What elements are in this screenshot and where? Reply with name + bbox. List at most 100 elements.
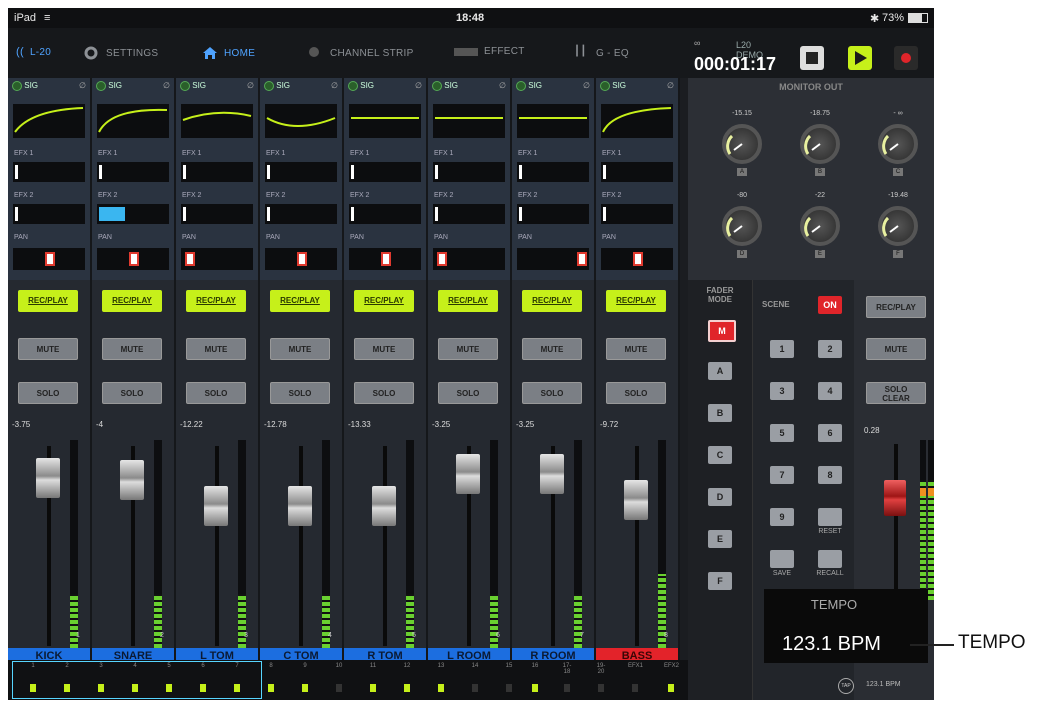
- mute-button[interactable]: MUTE: [270, 338, 330, 360]
- scene-button-4[interactable]: 4: [818, 382, 842, 400]
- scene-button-6[interactable]: 6: [818, 424, 842, 442]
- efx2-send[interactable]: [517, 204, 589, 224]
- phase-icon[interactable]: ∅: [415, 81, 422, 90]
- pan-control[interactable]: [13, 248, 85, 270]
- pan-knob[interactable]: [45, 252, 55, 266]
- channel-fader[interactable]: [456, 454, 480, 494]
- pan-knob[interactable]: [297, 252, 307, 266]
- fader-mode-button-c[interactable]: C: [708, 446, 732, 464]
- master-mute-button[interactable]: MUTE: [866, 338, 926, 360]
- rec-play-button[interactable]: REC/PLAY: [522, 290, 582, 312]
- master-fader[interactable]: [884, 480, 906, 516]
- efx2-send[interactable]: [433, 204, 505, 224]
- solo-button[interactable]: SOLO: [522, 382, 582, 404]
- channel-fader[interactable]: [288, 486, 312, 526]
- scene-button-5[interactable]: 5: [770, 424, 794, 442]
- efx1-send[interactable]: [13, 162, 85, 182]
- eq-curve-display[interactable]: [601, 104, 673, 138]
- efx1-send[interactable]: [517, 162, 589, 182]
- rec-play-button[interactable]: REC/PLAY: [606, 290, 666, 312]
- efx1-send[interactable]: [97, 162, 169, 182]
- channel-fader[interactable]: [204, 486, 228, 526]
- pan-control[interactable]: [433, 248, 505, 270]
- rec-play-button[interactable]: REC/PLAY: [270, 290, 330, 312]
- eq-curve-display[interactable]: [181, 104, 253, 138]
- solo-button[interactable]: SOLO: [606, 382, 666, 404]
- scene-button-7[interactable]: 7: [770, 466, 794, 484]
- solo-button[interactable]: SOLO: [438, 382, 498, 404]
- channel-strip-tab[interactable]: CHANNEL STRIP: [308, 46, 414, 60]
- monitor-knob[interactable]: [878, 206, 918, 246]
- scene-button-2[interactable]: 2: [818, 340, 842, 358]
- pan-control[interactable]: [349, 248, 421, 270]
- eq-curve-display[interactable]: [349, 104, 421, 138]
- channel-fader[interactable]: [36, 458, 60, 498]
- channel-fader[interactable]: [624, 480, 648, 520]
- monitor-knob[interactable]: [722, 206, 762, 246]
- solo-button[interactable]: SOLO: [354, 382, 414, 404]
- mute-button[interactable]: MUTE: [186, 338, 246, 360]
- eq-curve-display[interactable]: [517, 104, 589, 138]
- pan-control[interactable]: [601, 248, 673, 270]
- mute-button[interactable]: MUTE: [606, 338, 666, 360]
- fader-mode-button-f[interactable]: F: [708, 572, 732, 590]
- channel-fader[interactable]: [120, 460, 144, 500]
- record-button[interactable]: [894, 46, 918, 70]
- eq-curve-display[interactable]: [13, 104, 85, 138]
- pan-control[interactable]: [97, 248, 169, 270]
- monitor-knob[interactable]: [878, 124, 918, 164]
- rec-play-button[interactable]: REC/PLAY: [102, 290, 162, 312]
- master-rec-play-button[interactable]: REC/PLAY: [866, 296, 926, 318]
- mute-button[interactable]: MUTE: [18, 338, 78, 360]
- channel-fader[interactable]: [540, 454, 564, 494]
- stop-button[interactable]: [800, 46, 824, 70]
- efx1-send[interactable]: [349, 162, 421, 182]
- efx2-send[interactable]: [349, 204, 421, 224]
- mute-button[interactable]: MUTE: [354, 338, 414, 360]
- pan-knob[interactable]: [129, 252, 139, 266]
- scene-button-8[interactable]: 8: [818, 466, 842, 484]
- efx1-send[interactable]: [601, 162, 673, 182]
- rec-play-button[interactable]: REC/PLAY: [438, 290, 498, 312]
- mute-button[interactable]: MUTE: [522, 338, 582, 360]
- settings-tab[interactable]: SETTINGS: [84, 46, 158, 60]
- efx2-send[interactable]: [265, 204, 337, 224]
- efx2-send[interactable]: [97, 204, 169, 224]
- geq-tab[interactable]: ┃┃ G - EQ: [574, 46, 629, 60]
- monitor-knob[interactable]: [722, 124, 762, 164]
- phase-icon[interactable]: ∅: [583, 81, 590, 90]
- pan-control[interactable]: [517, 248, 589, 270]
- efx2-send[interactable]: [601, 204, 673, 224]
- phase-icon[interactable]: ∅: [331, 81, 338, 90]
- scene-button-9[interactable]: 9: [770, 508, 794, 526]
- device-tab[interactable]: (( L-20: [16, 46, 51, 58]
- phase-icon[interactable]: ∅: [499, 81, 506, 90]
- mute-button[interactable]: MUTE: [102, 338, 162, 360]
- eq-curve-display[interactable]: [97, 104, 169, 138]
- scene-on-button[interactable]: ON: [818, 296, 842, 314]
- phase-icon[interactable]: ∅: [247, 81, 254, 90]
- scene-button-3[interactable]: 3: [770, 382, 794, 400]
- monitor-knob[interactable]: [800, 124, 840, 164]
- fader-mode-button-b[interactable]: B: [708, 404, 732, 422]
- phase-icon[interactable]: ∅: [79, 81, 86, 90]
- pan-knob[interactable]: [633, 252, 643, 266]
- eq-curve-display[interactable]: [433, 104, 505, 138]
- rec-play-button[interactable]: REC/PLAY: [18, 290, 78, 312]
- efx1-send[interactable]: [181, 162, 253, 182]
- scene-save-button[interactable]: [770, 550, 794, 568]
- phase-icon[interactable]: ∅: [163, 81, 170, 90]
- solo-clear-button[interactable]: SOLO CLEAR: [866, 382, 926, 404]
- scene-recall-button[interactable]: [818, 550, 842, 568]
- channel-fader[interactable]: [372, 486, 396, 526]
- solo-button[interactable]: SOLO: [186, 382, 246, 404]
- fader-mode-button-a[interactable]: A: [708, 362, 732, 380]
- efx2-send[interactable]: [13, 204, 85, 224]
- efx1-send[interactable]: [265, 162, 337, 182]
- efx2-send[interactable]: [181, 204, 253, 224]
- rec-play-button[interactable]: REC/PLAY: [354, 290, 414, 312]
- scene-reset-button[interactable]: [818, 508, 842, 526]
- scene-button-1[interactable]: 1: [770, 340, 794, 358]
- fader-mode-button-d[interactable]: D: [708, 488, 732, 506]
- monitor-knob[interactable]: [800, 206, 840, 246]
